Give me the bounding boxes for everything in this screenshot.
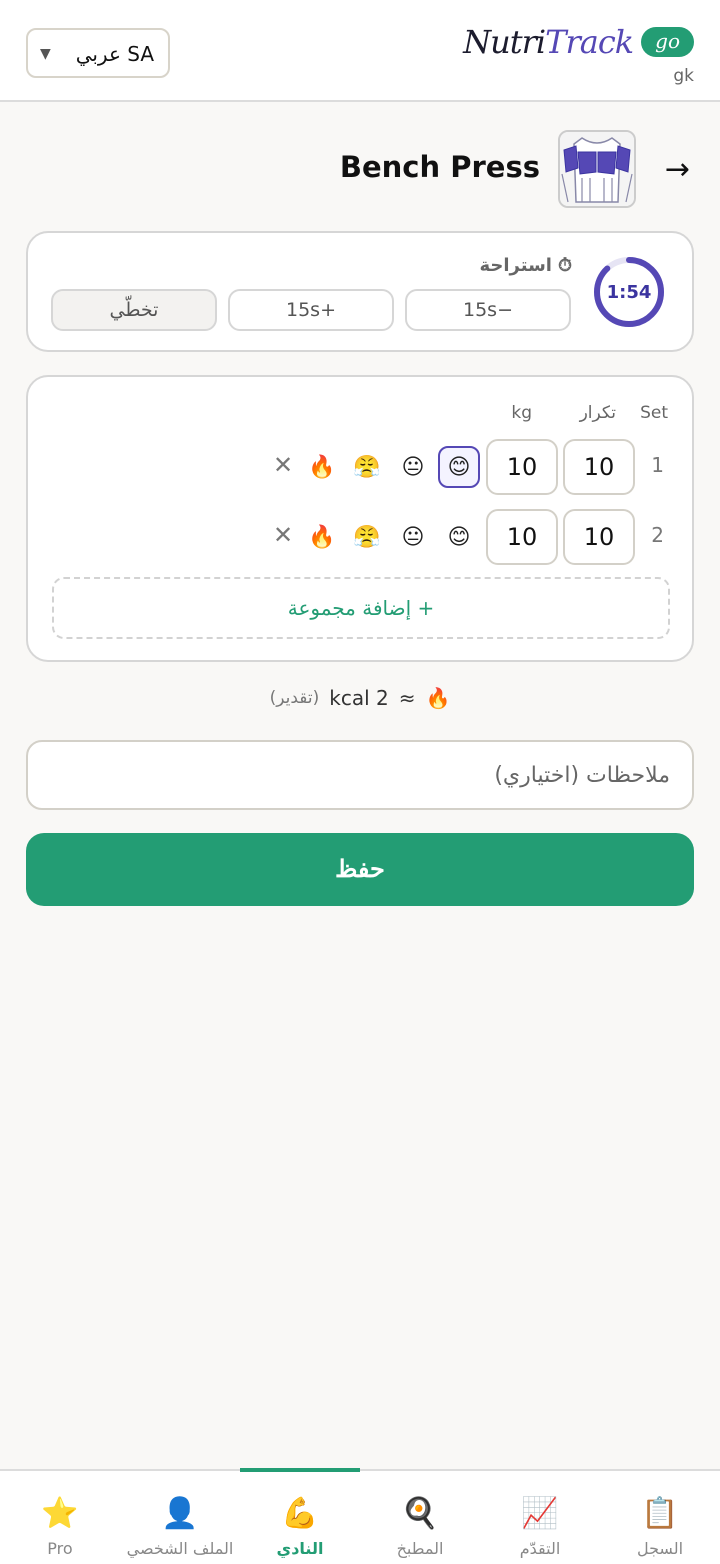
fire-icon[interactable]: 🔥 xyxy=(301,446,343,488)
smiling-face-icon[interactable]: 😊 xyxy=(438,516,480,558)
smiling-face-icon[interactable]: 😊 xyxy=(438,446,480,488)
rest-label: ⏱ استراحة xyxy=(479,255,572,276)
app-header: ▼ SA عربي NutriTrack go gk xyxy=(0,0,720,102)
stopwatch-icon: ⏱ xyxy=(557,255,572,276)
set-number: 2 xyxy=(651,523,664,547)
back-arrow-icon[interactable]: → xyxy=(665,152,690,187)
save-button[interactable]: حفظ xyxy=(26,833,694,906)
remove-set-icon[interactable]: ✕ xyxy=(268,521,298,549)
rest-skip-button[interactable]: تخطّي xyxy=(51,289,217,331)
kg-input[interactable]: 10 xyxy=(486,509,558,565)
star-icon: ⭐ xyxy=(41,1496,79,1531)
exercise-muscle-image xyxy=(558,130,636,208)
brand-badge: go xyxy=(641,27,694,57)
col-header-kg: kg xyxy=(511,403,532,423)
notes-input[interactable] xyxy=(26,740,694,810)
nav-label: Pro xyxy=(47,1539,73,1558)
nav-label: السجل xyxy=(636,1539,684,1558)
fire-icon[interactable]: 🔥 xyxy=(301,516,343,558)
user-initials[interactable]: gk xyxy=(673,66,694,86)
nav-label: النادي xyxy=(276,1539,324,1558)
chart-up-icon: 📈 xyxy=(521,1496,559,1531)
rest-minus-button[interactable]: 15s− xyxy=(405,289,571,331)
nav-item-pro[interactable]: ⭐ Pro xyxy=(0,1471,120,1564)
neutral-face-icon[interactable]: 😐 xyxy=(392,516,434,558)
nav-item-kitchen[interactable]: 🍳 المطبخ xyxy=(360,1471,480,1564)
set-number: 1 xyxy=(651,453,664,477)
chest-muscle-icon xyxy=(560,132,634,206)
nav-item-profile[interactable]: 👤 الملف الشخصي xyxy=(120,1471,240,1564)
kcal-estimate: (تقدير) kcal 2 ≈ 🔥 xyxy=(0,686,720,710)
language-select[interactable]: ▼ SA عربي xyxy=(26,28,170,78)
kcal-hint: (تقدير) xyxy=(269,688,320,708)
sets-card: Set تكرار kg 1 10 10 😊 😐 😤 🔥 ✕ 2 10 10 😊 😐 😤 🔥 ✕ + إضاف… xyxy=(26,375,694,662)
language-select-label: SA عربي xyxy=(75,42,154,66)
kcal-approx: ≈ xyxy=(398,686,416,710)
reps-input[interactable]: 10 xyxy=(563,509,635,565)
nav-label: الملف الشخصي xyxy=(126,1539,234,1558)
clipboard-icon: 📋 xyxy=(641,1496,679,1531)
bottom-nav: ⭐ Pro 👤 الملف الشخصي 💪 النادي 🍳 المطبخ 📈… xyxy=(0,1468,720,1564)
col-header-set: Set xyxy=(640,403,668,423)
exercise-title: Bench Press xyxy=(339,150,540,184)
rest-timer-value: 1:54 xyxy=(606,281,652,303)
nav-item-gym[interactable]: 💪 النادي xyxy=(240,1471,360,1564)
brand-track: Track xyxy=(545,23,634,61)
remove-set-icon[interactable]: ✕ xyxy=(268,451,298,479)
steaming-face-icon[interactable]: 😤 xyxy=(346,446,388,488)
col-header-reps: تكرار xyxy=(579,403,616,423)
frying-pan-icon: 🍳 xyxy=(401,1496,439,1531)
rest-label-text: استراحة xyxy=(479,255,552,276)
kcal-value: kcal 2 xyxy=(329,686,389,710)
rest-timer-card: 1:54 ⏱ استراحة 15s− 15s+ تخطّي xyxy=(26,231,694,352)
kg-input[interactable]: 10 xyxy=(486,439,558,495)
nav-item-progress[interactable]: 📈 التقدّم xyxy=(480,1471,600,1564)
brand-wordmark: NutriTrack xyxy=(463,23,634,61)
chevron-down-icon: ▼ xyxy=(40,46,51,62)
reps-input[interactable]: 10 xyxy=(563,439,635,495)
add-set-button[interactable]: + إضافة مجموعة xyxy=(52,577,670,639)
brand-nutri: Nutri xyxy=(463,23,546,61)
flexed-biceps-icon: 💪 xyxy=(281,1496,319,1531)
steaming-face-icon[interactable]: 😤 xyxy=(346,516,388,558)
brand-logo: NutriTrack go xyxy=(463,22,694,62)
nav-label: المطبخ xyxy=(396,1539,444,1558)
nav-label: التقدّم xyxy=(519,1539,561,1558)
rest-plus-button[interactable]: 15s+ xyxy=(228,289,394,331)
flame-icon: 🔥 xyxy=(425,686,451,710)
neutral-face-icon[interactable]: 😐 xyxy=(392,446,434,488)
person-icon: 👤 xyxy=(161,1496,199,1531)
nav-item-log[interactable]: 📋 السجل xyxy=(600,1471,720,1564)
